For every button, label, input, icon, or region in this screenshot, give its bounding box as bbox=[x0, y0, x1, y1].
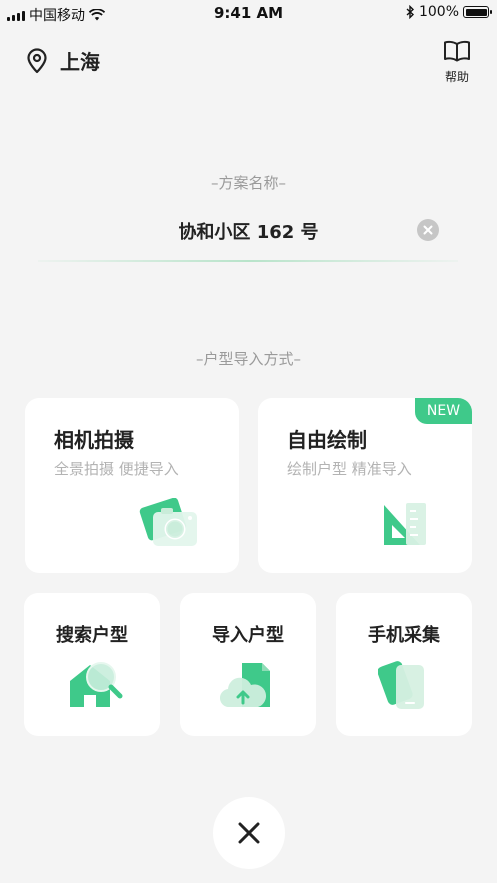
close-button[interactable] bbox=[213, 797, 285, 869]
card-subtitle: 绘制户型 精准导入 bbox=[287, 460, 412, 478]
card-title: 手机采集 bbox=[368, 625, 440, 646]
camera-capture-card[interactable]: 相机拍摄 全景拍摄 便捷导入 bbox=[25, 398, 239, 573]
location-label: 上海 bbox=[60, 50, 100, 74]
status-right: 100% bbox=[406, 4, 492, 20]
import-floorplan-card[interactable]: 导入户型 bbox=[180, 593, 316, 736]
scheme-input-underline bbox=[38, 260, 458, 262]
import-section-label: –户型导入方式– bbox=[195, 350, 301, 368]
cloud-upload-icon bbox=[220, 663, 270, 708]
new-badge: NEW bbox=[415, 398, 472, 424]
status-bar: 中国移动 9:41 AM 100% bbox=[0, 0, 497, 26]
search-floorplan-card[interactable]: 搜索户型 bbox=[24, 593, 160, 736]
card-subtitle: 全景拍摄 便捷导入 bbox=[54, 460, 179, 478]
camera-icon bbox=[139, 498, 197, 546]
card-title: 相机拍摄 bbox=[54, 428, 134, 452]
clear-icon bbox=[423, 225, 433, 235]
help-label: 帮助 bbox=[444, 70, 469, 84]
phone-icon bbox=[378, 661, 424, 709]
card-title: 搜索户型 bbox=[56, 625, 128, 646]
scheme-section-label: –方案名称– bbox=[210, 174, 286, 192]
battery-percent: 100% bbox=[418, 4, 459, 20]
location-selector[interactable]: 上海 bbox=[26, 46, 100, 75]
close-icon bbox=[238, 822, 260, 844]
phone-capture-card[interactable]: 手机采集 bbox=[336, 593, 472, 736]
clear-button[interactable] bbox=[417, 219, 439, 241]
house-search-icon bbox=[70, 662, 123, 707]
location-pin-icon bbox=[27, 47, 47, 73]
book-icon bbox=[444, 40, 470, 62]
card-title: 自由绘制 bbox=[287, 428, 367, 452]
ruler-icon bbox=[384, 503, 426, 545]
free-draw-card[interactable]: NEW 自由绘制 绘制户型 精准导入 bbox=[258, 398, 472, 573]
battery-icon bbox=[463, 6, 492, 18]
bluetooth-icon bbox=[406, 5, 414, 19]
card-title: 导入户型 bbox=[212, 625, 284, 646]
help-button[interactable]: 帮助 bbox=[443, 40, 471, 85]
